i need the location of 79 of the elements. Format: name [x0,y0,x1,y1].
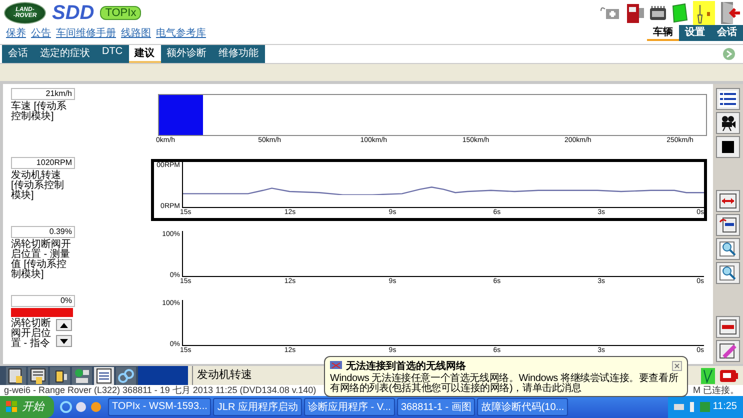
signal-label: 发动机转速 [传动系控制模块] [11,171,65,202]
topix-badge[interactable]: TOPIx [100,6,142,20]
reading-box: 21km/h [11,88,75,100]
report-button[interactable] [716,316,740,338]
probe-help-icon[interactable] [693,1,715,26]
record-button[interactable] [716,112,740,134]
list-arrow-icon [719,217,737,234]
top-tab[interactable]: 设置 [679,25,711,42]
edit-button[interactable] [716,340,740,362]
taskbar-task[interactable]: 诊断应用程序 - V... [304,398,395,416]
movie-camera-icon [720,115,736,132]
medical-kit-icon[interactable] [599,5,621,22]
header-link[interactable]: 公告 [31,26,51,40]
list-button[interactable] [716,88,740,110]
device-icon[interactable] [625,2,645,24]
stop-icon [722,141,734,154]
taskbar-task[interactable]: 故障诊断代码(10... [477,398,568,416]
list-icon [719,91,737,108]
swap-arrows-icon [719,193,737,210]
zoom-out-button[interactable] [716,262,740,284]
zoom-in-button[interactable] [716,238,740,260]
tab[interactable]: DTC [96,45,129,64]
toolbar-panel [138,366,188,385]
toolbar-button[interactable] [28,366,48,385]
taskbar-task[interactable]: TOPIx - WSM-1593... [108,398,212,416]
scroll-down-button[interactable] [56,335,72,348]
stop-button[interactable] [716,136,740,158]
swap-button[interactable] [716,190,740,212]
scroll-up-button[interactable] [56,319,72,332]
brand-name: SDD [52,2,94,25]
toolbar-button[interactable] [94,366,114,385]
wireless-network-icon [330,361,342,371]
browser-icon[interactable] [60,400,72,413]
toolbar-button[interactable] [6,366,26,385]
tab[interactable]: 会话 [2,45,34,64]
battery-alert-icon [719,368,739,383]
session-status-text: g-wei6 - Range Rover (L322) 368811 - 19 七月 2013 11:25 (DVD134.08 v.140) [4,384,316,396]
signal-label: 涡轮切断阀开启位置 - 测量值 [传动系控制模块] [11,240,72,280]
balloon-message: Windows 无法连接任意一个首选无线网络。Windows 将继续尝试连接。要查看所有网络的列表(包括其他您可以连接的网络)，请单击此消息 [330,374,680,394]
form-icon [96,368,112,384]
magnifier-icon [719,265,737,282]
tab[interactable]: 维修功能 [212,45,265,64]
header-link[interactable]: 电气参考库 [156,26,206,40]
tray-keyboard-icon[interactable] [674,402,684,412]
exit-door-icon[interactable] [719,1,741,26]
reading-box: 1020RPM [11,157,75,170]
header-link[interactable]: 保养 [6,26,26,40]
wireless-notification-toast[interactable]: 无法连接到首选的无线网络 Windows 无法连接任意一个首选无线网络。Windows 将继续尝试连接。要查看所有网络的列表(包括其他您可以连接的网络)，请单击此消息 [324,356,688,397]
tab[interactable]: 建议 [128,45,161,64]
tab[interactable]: 选定的症状 [34,45,96,64]
tab[interactable]: 额外诊断 [160,45,213,64]
header-link[interactable]: 车间维修手册 [56,26,116,40]
toolbar-button[interactable] [50,366,70,385]
import-button[interactable] [716,214,740,236]
close-icon[interactable] [672,361,682,371]
panel-icon [719,319,737,336]
top-tab[interactable]: 车辆 [647,25,679,42]
windows-flag-icon [6,400,18,413]
header-link[interactable]: 线路图 [121,26,151,40]
clock: 11:25 [712,401,737,412]
reading-box: 0.39% [11,226,75,238]
taskbar-task[interactable]: JLR 应用程序启动 [213,398,302,416]
battery-icon[interactable] [649,5,667,22]
connection-status-text: M 已连接。 [693,384,739,396]
up-arrow-icon [60,322,68,328]
toolbar-button[interactable] [72,366,92,385]
down-arrow-icon [60,338,68,344]
magnifier-icon [719,241,737,258]
network-icon [74,368,90,384]
start-button[interactable]: 开始 [0,396,54,418]
signal-label: 涡轮切断阀开启位置 - 指令 [11,319,52,350]
connection-status-icon [701,368,715,384]
reading-box: 0% [11,295,75,308]
pencil-icon [719,343,737,360]
page-icon[interactable] [671,3,689,24]
taskbar-task[interactable]: 368811-1 - 画图 [396,398,476,416]
balloon-title: 无法连接到首选的无线网络 [346,360,466,372]
top-tab[interactable]: 会话 [711,25,743,42]
signal-label: 车速 [传动系控制模块] [11,102,68,122]
